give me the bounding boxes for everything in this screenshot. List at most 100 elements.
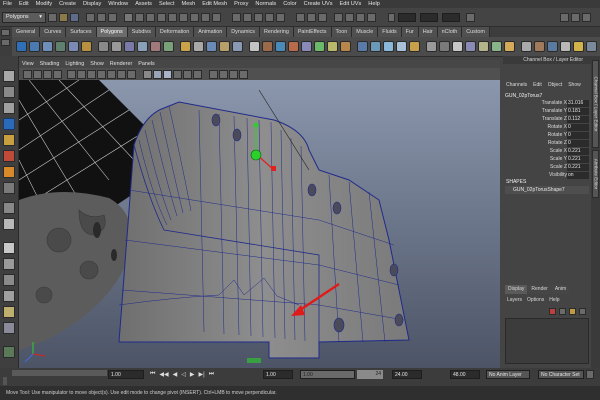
interactive-split-icon[interactable] — [573, 41, 584, 52]
poly-cube-icon[interactable] — [29, 41, 40, 52]
spherical-mapping-icon[interactable] — [383, 41, 394, 52]
tab-muscle[interactable]: Muscle — [352, 27, 379, 37]
menu-window[interactable]: Window — [105, 0, 132, 8]
select-component-icon[interactable] — [108, 13, 117, 22]
move-layer-icon[interactable] — [579, 308, 586, 315]
cleanup-icon[interactable] — [504, 41, 515, 52]
menu-display[interactable]: Display — [80, 0, 105, 8]
tab-subdivs[interactable]: Subdivs — [127, 27, 156, 37]
input-field-2[interactable] — [420, 13, 438, 22]
play-forwards-icon[interactable]: ▶ — [190, 371, 195, 378]
offset-edge-loop-icon[interactable] — [327, 41, 338, 52]
xray-joints-icon[interactable] — [229, 70, 238, 79]
tab-display[interactable]: Display — [505, 285, 528, 294]
snap-point-icon[interactable] — [254, 13, 263, 22]
layer-menu-options[interactable]: Options — [527, 297, 544, 303]
poly-plane-icon[interactable] — [68, 41, 79, 52]
attr-rotate-x[interactable]: Rotate X0 — [505, 124, 589, 131]
cb-menu-channels[interactable]: Channels — [506, 82, 527, 88]
menu-select[interactable]: Select — [156, 0, 179, 8]
tab-general[interactable]: General — [12, 27, 41, 37]
cylindrical-mapping-icon[interactable] — [370, 41, 381, 52]
attr-rotate-y[interactable]: Rotate Y0 — [505, 132, 589, 139]
mask-deformers-icon[interactable] — [179, 13, 188, 22]
split-polygon-icon[interactable] — [301, 41, 312, 52]
play-backwards-icon[interactable]: ◁ — [181, 371, 186, 378]
panel-menu-lighting[interactable]: Lighting — [62, 60, 87, 68]
anim-layer-dropdown[interactable]: No Anim Layer — [486, 370, 530, 379]
fill-hole-icon[interactable] — [219, 41, 230, 52]
grid-icon[interactable] — [67, 70, 76, 79]
tab-rendering[interactable]: Rendering — [259, 27, 294, 37]
uv-texture-editor-icon[interactable] — [409, 41, 420, 52]
move-tool-icon[interactable] — [3, 118, 15, 130]
current-frame-field[interactable]: 1.00 — [108, 370, 144, 379]
construction-history-icon[interactable] — [318, 13, 327, 22]
tab-render[interactable]: Render — [528, 285, 551, 294]
camera-attributes-icon[interactable] — [33, 70, 42, 79]
isolate-select-icon[interactable] — [209, 70, 218, 79]
use-all-lights-icon[interactable] — [183, 70, 192, 79]
mirror-geometry-icon[interactable] — [180, 41, 191, 52]
menu-edit[interactable]: Edit — [16, 0, 33, 8]
planar-mapping-icon[interactable] — [357, 41, 368, 52]
attr-scale-y[interactable]: Scale Y 0.221 — [505, 156, 589, 163]
menu-assets[interactable]: Assets — [132, 0, 156, 8]
shelf-menu-icon[interactable] — [1, 29, 10, 36]
chamfer-vertex-icon[interactable] — [586, 41, 597, 52]
combine-icon[interactable] — [98, 41, 109, 52]
panel-menu-renderer[interactable]: Renderer — [107, 60, 135, 68]
tab-deformation[interactable]: Deformation — [155, 27, 195, 37]
tab-fluids[interactable]: Fluids — [378, 27, 402, 37]
new-layer-selected-icon[interactable] — [569, 308, 576, 315]
poly-cylinder-icon[interactable] — [42, 41, 53, 52]
menu-edit-mesh[interactable]: Edit Mesh — [199, 0, 231, 8]
paint-select-tool-icon[interactable] — [3, 102, 15, 114]
viewport-perspective[interactable] — [19, 80, 500, 368]
time-slider[interactable] — [12, 370, 107, 376]
ipr-render-icon[interactable] — [356, 13, 365, 22]
mask-icon[interactable] — [124, 13, 133, 22]
object-name[interactable]: GUN_02pTorus7 — [505, 92, 589, 100]
sculpt-geometry-icon[interactable] — [249, 41, 260, 52]
step-forward-icon[interactable]: ▶| — [199, 371, 205, 378]
attr-scale-x[interactable]: Scale X 0.221 — [505, 148, 589, 155]
extract-icon[interactable] — [124, 41, 135, 52]
go-to-start-icon[interactable]: ⏮ — [150, 371, 155, 378]
reverse-normals-icon[interactable] — [452, 41, 463, 52]
menu-mesh[interactable]: Mesh — [179, 0, 200, 8]
select-tool-icon[interactable] — [3, 70, 15, 82]
textured-icon[interactable] — [173, 70, 182, 79]
menu-file[interactable]: File — [0, 0, 16, 8]
step-back-icon[interactable]: ◀ — [173, 371, 178, 378]
shelf-tabs-icon[interactable] — [1, 39, 10, 46]
backface-culling-icon[interactable] — [239, 70, 248, 79]
menu-create-uvs[interactable]: Create UVs — [301, 0, 337, 8]
make-live-icon[interactable] — [276, 13, 285, 22]
history-input-icon[interactable] — [296, 13, 305, 22]
mask-misc-icon[interactable] — [212, 13, 221, 22]
rotate-tool-icon[interactable] — [3, 134, 15, 146]
panel-menu-view[interactable]: View — [19, 60, 37, 68]
tab-toon[interactable]: Toon — [331, 27, 353, 37]
poly-cone-icon[interactable] — [55, 41, 66, 52]
cb-menu-show[interactable]: Show — [568, 82, 581, 88]
bridge-icon[interactable] — [275, 41, 286, 52]
poly-sphere-icon[interactable] — [16, 41, 27, 52]
smooth-shade-icon[interactable] — [153, 70, 162, 79]
show-manipulator-icon[interactable] — [3, 202, 15, 214]
save-scene-icon[interactable] — [70, 13, 79, 22]
panel-menu-show[interactable]: Show — [87, 60, 107, 68]
boolean-intersection-icon[interactable] — [163, 41, 174, 52]
merge-vertices-icon[interactable] — [521, 41, 532, 52]
menu-create[interactable]: Create — [56, 0, 80, 8]
scale-tool-icon[interactable] — [3, 150, 15, 162]
tab-surfaces[interactable]: Surfaces — [66, 27, 97, 37]
tab-ncloth[interactable]: nCloth — [437, 27, 463, 37]
smooth-icon[interactable] — [193, 41, 204, 52]
shape-name[interactable]: GUN_02pTorusShape7 — [505, 186, 589, 194]
select-hierarchy-icon[interactable] — [86, 13, 95, 22]
tab-hair[interactable]: Hair — [418, 27, 438, 37]
soften-edge-icon[interactable] — [426, 41, 437, 52]
mode-dropdown[interactable]: Polygons ▾ — [2, 12, 46, 23]
